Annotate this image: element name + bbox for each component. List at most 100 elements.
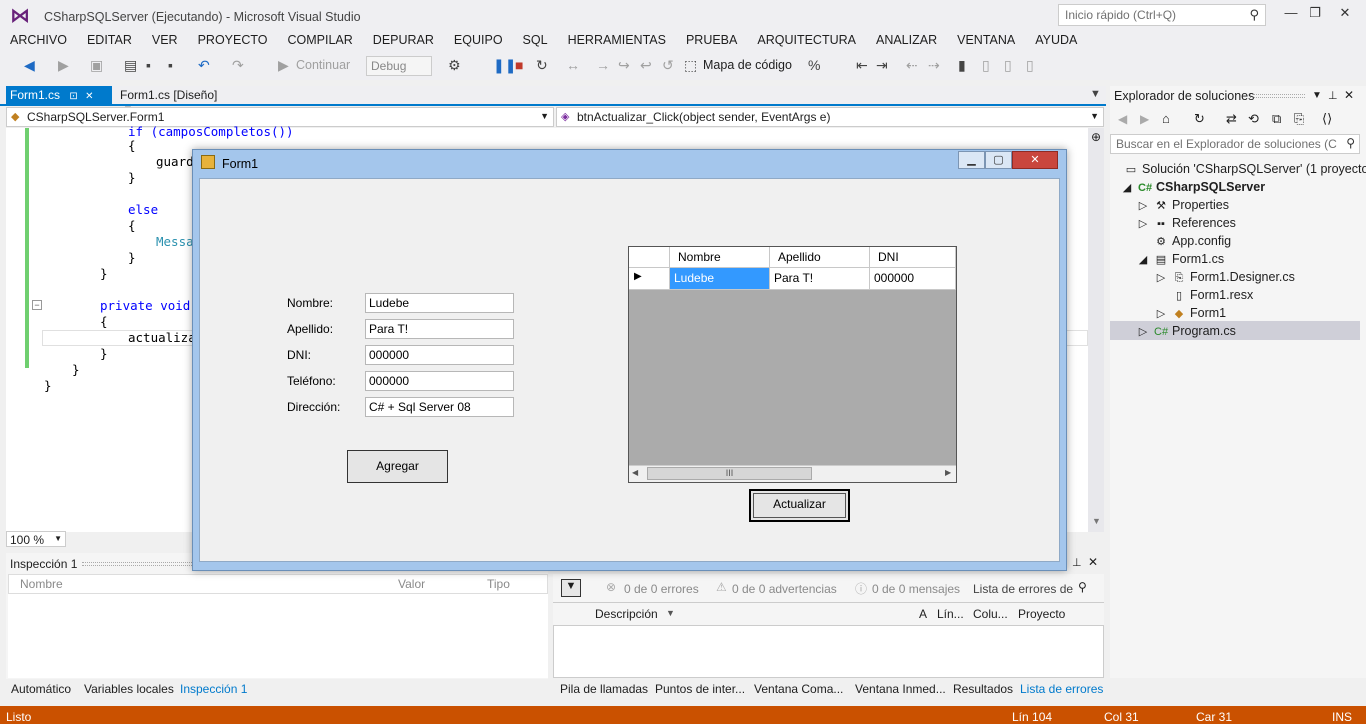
menu-proyecto[interactable]: PROYECTO (188, 32, 278, 47)
split-icon[interactable]: ⊕ (1091, 130, 1101, 144)
back-icon[interactable]: ◀ (24, 57, 35, 74)
quick-launch-input[interactable]: Inicio rápido (Ctrl+Q) ⚲ (1058, 4, 1266, 26)
tab-form1-design[interactable]: Form1.cs [Diseño] ⊓ (116, 86, 236, 116)
attach-process-icon[interactable]: ⚙ (448, 57, 461, 74)
form1-minimize-button[interactable]: ▁ (958, 151, 985, 169)
menu-editar[interactable]: EDITAR (77, 32, 142, 47)
apellido-input[interactable]: Para T! (365, 319, 514, 339)
pending-changes-icon[interactable]: ⟲ (1248, 111, 1259, 127)
tab-resultados[interactable]: Resultados (953, 682, 1013, 696)
tree-item-references[interactable]: ▷ ▪▪ References (1136, 216, 1236, 230)
tree-item-form1-resx[interactable]: ▯ Form1.resx (1172, 288, 1253, 302)
pause-icon[interactable]: ❚❚ (493, 57, 516, 74)
tab-puntos-interrupcion[interactable]: Puntos de inter... (655, 682, 745, 696)
error-col-description[interactable]: Descripción (595, 607, 658, 621)
menu-analizar[interactable]: ANALIZAR (866, 32, 947, 47)
scroll-right-icon[interactable]: ▶ (945, 468, 951, 477)
bookmark-clear-icon[interactable]: ▯ (1026, 57, 1034, 74)
undo-icon[interactable]: ↶ (198, 57, 210, 74)
forward-icon[interactable]: ▶ (58, 57, 69, 74)
tree-item-form1-cs[interactable]: ◢ ▤ Form1.cs (1136, 252, 1224, 266)
error-col-line[interactable]: Lín... (937, 607, 964, 621)
close-panel-icon[interactable]: ✕ (1088, 555, 1098, 569)
forward-icon[interactable]: ▶ (1140, 112, 1149, 126)
uncomment-icon[interactable]: ⇠ (906, 57, 918, 74)
tree-item-solution[interactable]: ▭ Solución 'CSharpSQLServer' (1 proyecto) (1124, 162, 1366, 176)
grid-row-header[interactable]: ▶ (629, 268, 670, 290)
agregar-button[interactable]: Agregar (347, 450, 448, 483)
error-col-column[interactable]: Colu... (973, 607, 1008, 621)
sync-icon[interactable]: ↻ (1194, 111, 1205, 127)
nombre-input[interactable]: Ludebe (365, 293, 514, 313)
error-col-file[interactable]: A (919, 607, 927, 621)
code-map-button[interactable]: Mapa de código (703, 58, 792, 72)
menu-arquitectura[interactable]: ARQUITECTURA (747, 32, 866, 47)
menu-sql[interactable]: SQL (513, 32, 558, 47)
form1-maximize-button[interactable]: ▢ (985, 151, 1012, 169)
outdent-icon[interactable]: ⇥ (876, 57, 888, 74)
view-code-icon[interactable]: ⟨⟩ (1322, 111, 1332, 127)
tab-lista-errores[interactable]: Lista de errores (1020, 682, 1103, 696)
step-over-icon[interactable]: ↪ (618, 57, 630, 74)
tab-ventana-comandos[interactable]: Ventana Coma... (754, 682, 843, 696)
home-icon[interactable]: ⌂ (1162, 111, 1170, 126)
stop-icon[interactable]: ■ (515, 57, 523, 73)
grid-cell[interactable]: Ludebe (670, 268, 770, 290)
pin-icon[interactable]: ⊡ (69, 91, 77, 102)
collapse-region-icon[interactable]: − (32, 300, 42, 310)
scroll-left-icon[interactable]: ◀ (632, 468, 638, 477)
tree-item-form1-class[interactable]: ▷ ◆ Form1 (1154, 306, 1226, 320)
open-file-icon[interactable]: ▤ (124, 57, 137, 74)
refresh-icon[interactable]: ↺ (662, 57, 674, 74)
watch-col-name[interactable]: Nombre (20, 577, 63, 591)
tree-item-project[interactable]: ◢ C# CSharpSQLServer (1120, 180, 1265, 194)
menu-ventana[interactable]: VENTANA (947, 32, 1025, 47)
menu-depurar[interactable]: DEPURAR (363, 32, 444, 47)
grid-col-header[interactable]: Nombre (670, 247, 770, 268)
show-next-statement-icon[interactable]: ↔ (566, 57, 580, 73)
tab-variables-locales[interactable]: Variables locales (84, 682, 174, 696)
zoom-level-select[interactable]: 100 % ▼ (6, 531, 66, 547)
error-col-project[interactable]: Proyecto (1018, 607, 1065, 621)
menu-prueba[interactable]: PRUEBA (676, 32, 747, 47)
collapse-all-icon[interactable]: ⧉ (1272, 111, 1281, 127)
dni-input[interactable]: 000000 (365, 345, 514, 365)
close-button[interactable]: ✕ (1330, 5, 1360, 23)
bookmark-next-icon[interactable]: ▯ (982, 57, 990, 74)
step-into-icon[interactable]: → (596, 57, 610, 73)
errors-toggle[interactable]: 0 de 0 errores (624, 582, 699, 596)
filter-icon[interactable]: ▼ (561, 579, 581, 597)
maximize-button[interactable]: ❐ (1300, 5, 1330, 23)
grid-scroll-thumb[interactable]: III (647, 467, 812, 480)
member-navigation-select[interactable]: ◈ btnActualizar_Click(object sender, Eve… (556, 107, 1104, 127)
refresh-icon[interactable]: ⇄ (1226, 111, 1237, 127)
watch-col-type[interactable]: Tipo (487, 577, 510, 591)
tab-dropdown-icon[interactable]: ▼ (1090, 88, 1101, 100)
error-search-input[interactable]: Lista de errores de (973, 582, 1073, 596)
new-project-icon[interactable]: ▣ (90, 57, 103, 74)
grid-cell[interactable]: Para T! (770, 268, 870, 290)
tab-ventana-inmediato[interactable]: Ventana Inmed... (855, 682, 946, 696)
solution-configuration-select[interactable]: Debug (366, 56, 432, 76)
direccion-input[interactable]: C# + Sql Server 08 (365, 397, 514, 417)
continue-button[interactable]: Continuar (296, 58, 350, 72)
form1-close-button[interactable]: ✕ (1012, 151, 1058, 169)
menu-archivo[interactable]: ARCHIVO (0, 32, 77, 47)
watch-list[interactable] (8, 594, 548, 678)
tab-form1-cs[interactable]: Form1.cs ⊡ ✕ (6, 86, 112, 106)
menu-ver[interactable]: VER (142, 32, 188, 47)
save-all-icon[interactable]: ▪ (168, 57, 173, 73)
telefono-input[interactable]: 000000 (365, 371, 514, 391)
panel-grip[interactable] (1250, 94, 1305, 98)
bookmark-folder-icon[interactable]: ▯ (1004, 57, 1012, 74)
step-out-icon[interactable]: ↩ (640, 57, 652, 74)
code-map-icon[interactable]: ⬚ (684, 57, 697, 74)
menu-ayuda[interactable]: AYUDA (1025, 32, 1087, 47)
bookmark-icon[interactable]: ▮ (958, 57, 966, 74)
menu-equipo[interactable]: EQUIPO (444, 32, 513, 47)
solution-explorer-search-input[interactable]: Buscar en el Explorador de soluciones (C… (1110, 134, 1360, 154)
scroll-down-icon[interactable]: ▼ (1092, 516, 1101, 526)
grid-cell[interactable]: 000000 (870, 268, 956, 290)
redo-icon[interactable]: ↷ (232, 57, 244, 74)
tree-item-app-config[interactable]: ⚙ App.config (1154, 234, 1231, 248)
